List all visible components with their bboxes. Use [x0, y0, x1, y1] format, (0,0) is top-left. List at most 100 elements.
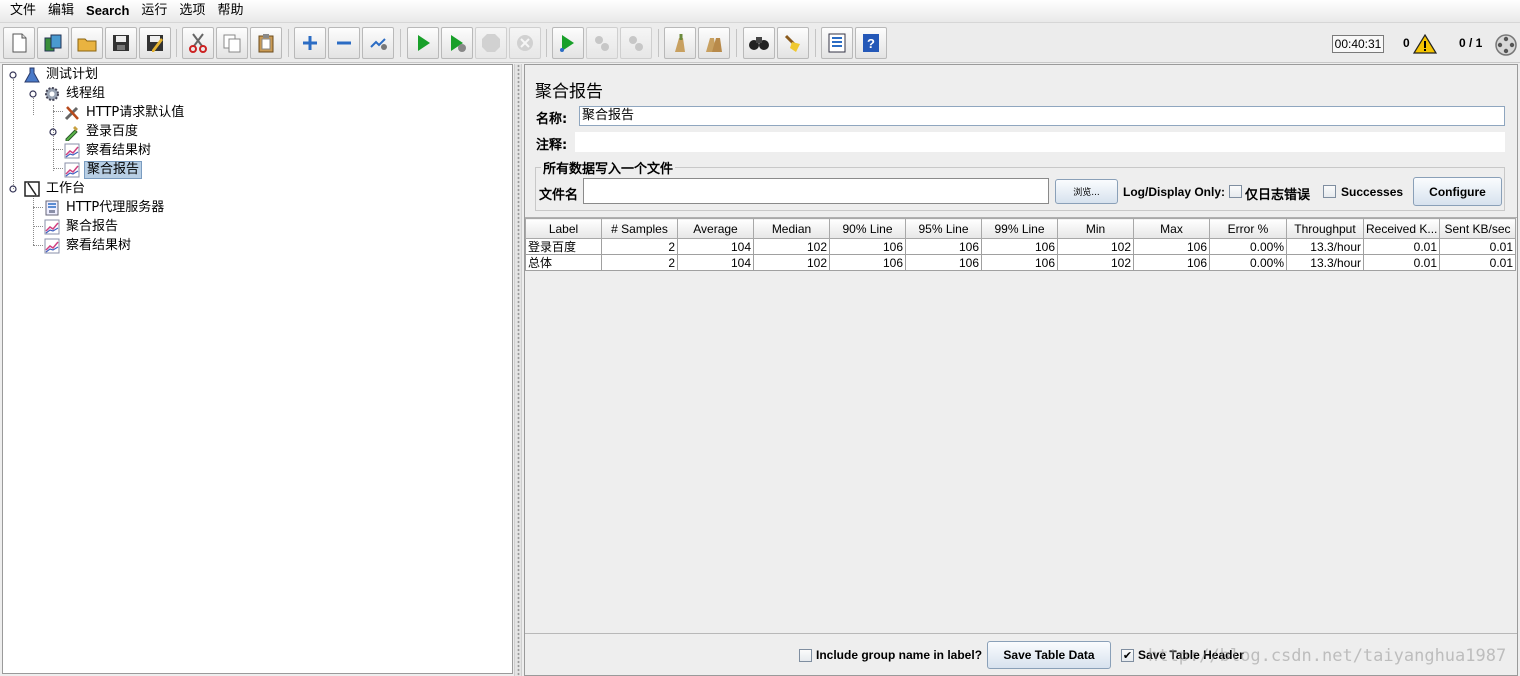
remote-start-button[interactable]: [552, 27, 584, 59]
include-group-name-label: Include group name in label?: [816, 648, 983, 662]
menu-search[interactable]: Search: [80, 0, 135, 22]
menu-help[interactable]: 帮助: [211, 0, 249, 22]
comment-field[interactable]: [575, 132, 1505, 152]
run-status-icon: [1495, 34, 1517, 56]
table-cell: 2: [601, 254, 678, 271]
reset-search-button[interactable]: [777, 27, 809, 59]
clear-button[interactable]: [664, 27, 696, 59]
remote-stop-button[interactable]: [586, 27, 618, 59]
column-header[interactable]: # Samples: [601, 218, 678, 239]
table-row[interactable]: 总体 2 104 102 106 106 106 102 106 0.00% 1…: [525, 254, 1516, 271]
flask-icon: [24, 67, 40, 83]
filename-field[interactable]: [583, 178, 1049, 204]
name-field[interactable]: 聚合报告: [579, 106, 1505, 126]
search-icon: [749, 37, 769, 50]
table-cell: 登录百度: [525, 238, 602, 255]
save-table-header-checkbox[interactable]: ✔: [1121, 649, 1134, 662]
tree-node-login-sampler[interactable]: 登录百度: [63, 123, 140, 141]
table-cell: 0.00%: [1209, 238, 1287, 255]
tree-node-wb-aggregate-report[interactable]: 聚合报告: [43, 218, 120, 236]
menu-edit[interactable]: 编辑: [42, 0, 80, 22]
start-no-pause-button[interactable]: [441, 27, 473, 59]
table-cell: 106: [905, 238, 982, 255]
save-as-button[interactable]: [139, 27, 171, 59]
include-group-name-checkbox[interactable]: [799, 649, 812, 662]
start-no-pause-icon: [451, 35, 466, 52]
save-table-data-button[interactable]: Save Table Data: [987, 641, 1111, 669]
expand-handle-icon[interactable]: [9, 185, 17, 193]
menu-file[interactable]: 文件: [4, 0, 42, 22]
toggle-button[interactable]: [362, 27, 394, 59]
workbench-icon: [24, 181, 40, 197]
browse-button[interactable]: 浏览...: [1055, 179, 1118, 204]
toolbar: ? 00:40:31 0 0 / 1: [0, 22, 1520, 63]
remote-shutdown-button[interactable]: [620, 27, 652, 59]
remote-shutdown-icon: [629, 36, 643, 51]
tree-node-workbench[interactable]: 工作台: [23, 180, 87, 198]
cut-icon: [189, 33, 207, 53]
new-button[interactable]: [3, 27, 35, 59]
start-button[interactable]: [407, 27, 439, 59]
expand-handle-icon[interactable]: [9, 71, 17, 79]
configure-button[interactable]: Configure: [1413, 177, 1502, 206]
shutdown-icon: [517, 35, 533, 51]
collapse-icon: [337, 41, 351, 45]
chart-icon: [44, 219, 60, 235]
table-cell: 0.01: [1363, 254, 1440, 271]
tree-node-test-plan[interactable]: 测试计划: [23, 66, 100, 84]
collapse-button[interactable]: [328, 27, 360, 59]
table-cell: 0.01: [1363, 238, 1440, 255]
function-helper-button[interactable]: [821, 27, 853, 59]
cut-button[interactable]: [182, 27, 214, 59]
column-header[interactable]: Median: [753, 218, 830, 239]
wrench-icon: [64, 106, 79, 121]
paste-icon: [258, 34, 274, 53]
tree-node-thread-group[interactable]: 线程组: [43, 85, 107, 103]
table-row[interactable]: 登录百度 2 104 102 106 106 106 102 106 0.00%…: [525, 238, 1516, 255]
column-header[interactable]: 95% Line: [905, 218, 982, 239]
table-cell: 102: [753, 254, 830, 271]
expand-icon: [303, 36, 317, 50]
expand-handle-icon[interactable]: [29, 90, 37, 98]
menu-run[interactable]: 运行: [135, 0, 173, 22]
warning-icon[interactable]: [1413, 33, 1437, 55]
tree-node-aggregate-report[interactable]: 聚合报告: [63, 161, 143, 179]
panel-splitter[interactable]: [514, 64, 522, 676]
column-header[interactable]: 99% Line: [981, 218, 1058, 239]
paste-button[interactable]: [250, 27, 282, 59]
column-header[interactable]: Sent KB/sec: [1439, 218, 1516, 239]
table-cell: 13.3/hour: [1286, 254, 1364, 271]
proxy-server-icon: [45, 200, 59, 216]
errors-only-checkbox[interactable]: [1229, 185, 1242, 198]
save-button[interactable]: [105, 27, 137, 59]
clear-all-button[interactable]: [698, 27, 730, 59]
help-button[interactable]: ?: [855, 27, 887, 59]
column-header[interactable]: Max: [1133, 218, 1210, 239]
shutdown-button[interactable]: [509, 27, 541, 59]
menu-bar: 文件 编辑 Search 运行 选项 帮助: [0, 0, 1520, 22]
copy-button[interactable]: [216, 27, 248, 59]
test-plan-tree: 测试计划 线程组 HTTP请求默认值 登录百度 察看结果树 聚合报告 工作台 H…: [2, 64, 513, 674]
column-header[interactable]: 90% Line: [829, 218, 906, 239]
tree-node-view-results-tree[interactable]: 察看结果树: [63, 142, 153, 160]
column-header[interactable]: Error %: [1209, 218, 1287, 239]
open-button[interactable]: [71, 27, 103, 59]
thread-count: 0 / 1: [1459, 36, 1483, 50]
column-header[interactable]: Average: [677, 218, 754, 239]
search-button[interactable]: [743, 27, 775, 59]
tree-node-http-proxy[interactable]: HTTP代理服务器: [43, 199, 166, 217]
templates-button[interactable]: [37, 27, 69, 59]
table-cell: 106: [1133, 254, 1210, 271]
column-header[interactable]: Received K...: [1363, 218, 1440, 239]
expand-button[interactable]: [294, 27, 326, 59]
column-header[interactable]: Min: [1057, 218, 1134, 239]
tree-node-http-defaults[interactable]: HTTP请求默认值: [63, 104, 186, 122]
menu-options[interactable]: 选项: [173, 0, 211, 22]
svg-text:?: ?: [867, 36, 875, 51]
successes-checkbox[interactable]: [1323, 185, 1336, 198]
column-header[interactable]: Label: [525, 218, 602, 239]
tree-node-wb-view-results-tree[interactable]: 察看结果树: [43, 237, 133, 255]
expand-handle-icon[interactable]: [49, 128, 57, 136]
column-header[interactable]: Throughput: [1286, 218, 1364, 239]
stop-button[interactable]: [475, 27, 507, 59]
